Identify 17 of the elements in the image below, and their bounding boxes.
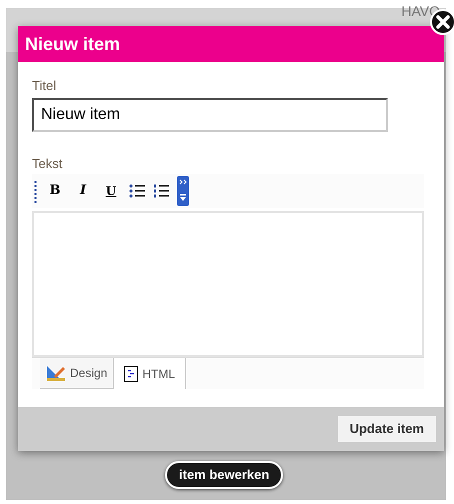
edit-item-pill-button[interactable]: item bewerken [165,461,284,489]
field-label: Tekst [32,154,64,172]
bold-button[interactable]: B [45,181,65,201]
field-label: Titel [32,77,58,95]
update-button[interactable]: Update item [338,416,436,442]
title-field[interactable]: Nieuw item [32,98,388,132]
ruler-pencil-icon [46,364,66,382]
document-icon [124,366,138,382]
underline-button[interactable]: U [101,181,121,201]
toolbar-overflow-icon[interactable] [177,176,189,206]
editor-tab[interactable]: HTML [113,358,186,389]
editor-tab[interactable]: Design [40,358,114,389]
bullet-list-icon[interactable] [129,184,145,198]
dialog-title: Nieuw item [25,32,120,56]
toolbar-grip-icon [34,179,37,203]
italic-button[interactable]: I [73,181,93,201]
numbered-list-icon[interactable] [153,184,169,198]
